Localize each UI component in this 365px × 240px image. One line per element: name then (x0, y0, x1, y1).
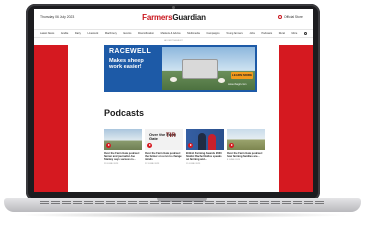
header-date: Thursday 06 July 2023 (40, 15, 75, 19)
person-image (208, 134, 216, 150)
nav-item[interactable]: Dairy (75, 32, 81, 35)
nav-item[interactable]: Latest News (40, 32, 54, 35)
logo-part2: Guardian (172, 13, 206, 22)
card-thumbnail[interactable] (227, 129, 265, 150)
play-icon[interactable] (106, 143, 111, 148)
nav-item[interactable]: Young farmers (226, 32, 243, 35)
card-title[interactable]: Over the Farm Gate podcast: how farming … (227, 152, 265, 158)
nav-item[interactable]: Machinery (105, 32, 117, 35)
podcast-card[interactable]: British Farming Awards 2023 finalist Rac… (186, 129, 224, 165)
banner-brand: RACEWELL (109, 48, 152, 55)
sheep-image (218, 78, 225, 83)
card-title[interactable]: Over the Farm Gate podcast: farmer and j… (104, 152, 142, 162)
banner-tagline: Makes sheep work easier! (109, 58, 144, 71)
nav-item[interactable]: Campaigns (206, 32, 219, 35)
card-thumbnail[interactable] (104, 129, 142, 150)
play-icon[interactable] (147, 143, 152, 148)
laptop-frame: Thursday 06 July 2023 FarmersGuardian Of… (0, 0, 365, 240)
user-icon (278, 15, 282, 19)
podcast-card[interactable]: Over the Farm Gate podcast: how farming … (227, 129, 265, 165)
nav-item[interactable]: Jobs (249, 32, 254, 35)
account-link[interactable]: Official Store (278, 15, 303, 19)
nav-item[interactable]: Arable (61, 32, 69, 35)
side-ad-right[interactable] (279, 45, 313, 192)
thumb-mark: TIR (166, 133, 176, 139)
card-date: 22 JUNE 2023 (145, 162, 160, 165)
ad-banner[interactable]: RACEWELL Makes sheep work easier! LEARN … (104, 45, 257, 92)
podcast-cards: Over the Farm Gate podcast: farmer and j… (104, 129, 266, 165)
play-icon[interactable] (188, 143, 193, 148)
section-title: Podcasts (104, 108, 145, 118)
card-date: 8 JUNE 2023 (227, 159, 241, 162)
card-thumbnail[interactable]: Over the Farm Gate TIR (145, 129, 183, 150)
play-icon[interactable] (229, 143, 234, 148)
card-title[interactable]: British Farming Awards 2023 finalist Rac… (186, 152, 224, 162)
search-icon[interactable] (303, 32, 307, 35)
laptop-shadow (16, 212, 349, 218)
account-label: Official Store (284, 15, 303, 19)
keyboard (40, 201, 325, 205)
sheep-image (170, 77, 177, 82)
card-date: 15 JUNE 2023 (186, 162, 201, 165)
side-ad-left[interactable] (34, 45, 68, 192)
nav-item[interactable]: More (291, 32, 297, 35)
site-header: Thursday 06 July 2023 FarmersGuardian Of… (34, 9, 313, 30)
nav-item[interactable]: Rural (279, 32, 285, 35)
nav-item[interactable]: Livestock (88, 32, 99, 35)
nav-item[interactable]: Diversification (138, 32, 154, 35)
card-thumbnail[interactable] (186, 129, 224, 150)
podcast-card[interactable]: Over the Farm Gate TIR Over the Farm Gat… (145, 129, 183, 165)
main-nav: Latest News Arable Dairy Livestock Machi… (34, 30, 313, 38)
ad-label: ADVERTISEMENT (164, 40, 183, 42)
banner-cta-button[interactable]: LEARN MORE (231, 72, 253, 79)
nav-item[interactable]: Podcasts (261, 32, 272, 35)
person-image (198, 133, 206, 150)
card-title[interactable]: Over the Farm Gate podcast: the farmer o… (145, 152, 183, 162)
card-date: 29 JUNE 2023 (104, 162, 119, 165)
banner-url: www.rbagri.com (228, 83, 247, 86)
site-logo[interactable]: FarmersGuardian (129, 13, 219, 22)
nav-item[interactable]: Events (123, 32, 131, 35)
screen: Thursday 06 July 2023 FarmersGuardian Of… (34, 9, 313, 192)
logo-part1: Farmers (142, 13, 173, 22)
podcast-card[interactable]: Over the Farm Gate podcast: farmer and j… (104, 129, 142, 165)
sheep-handler-image (182, 59, 218, 79)
nav-item[interactable]: Markets & Advice (161, 32, 181, 35)
nav-item[interactable]: Multimedia (187, 32, 200, 35)
